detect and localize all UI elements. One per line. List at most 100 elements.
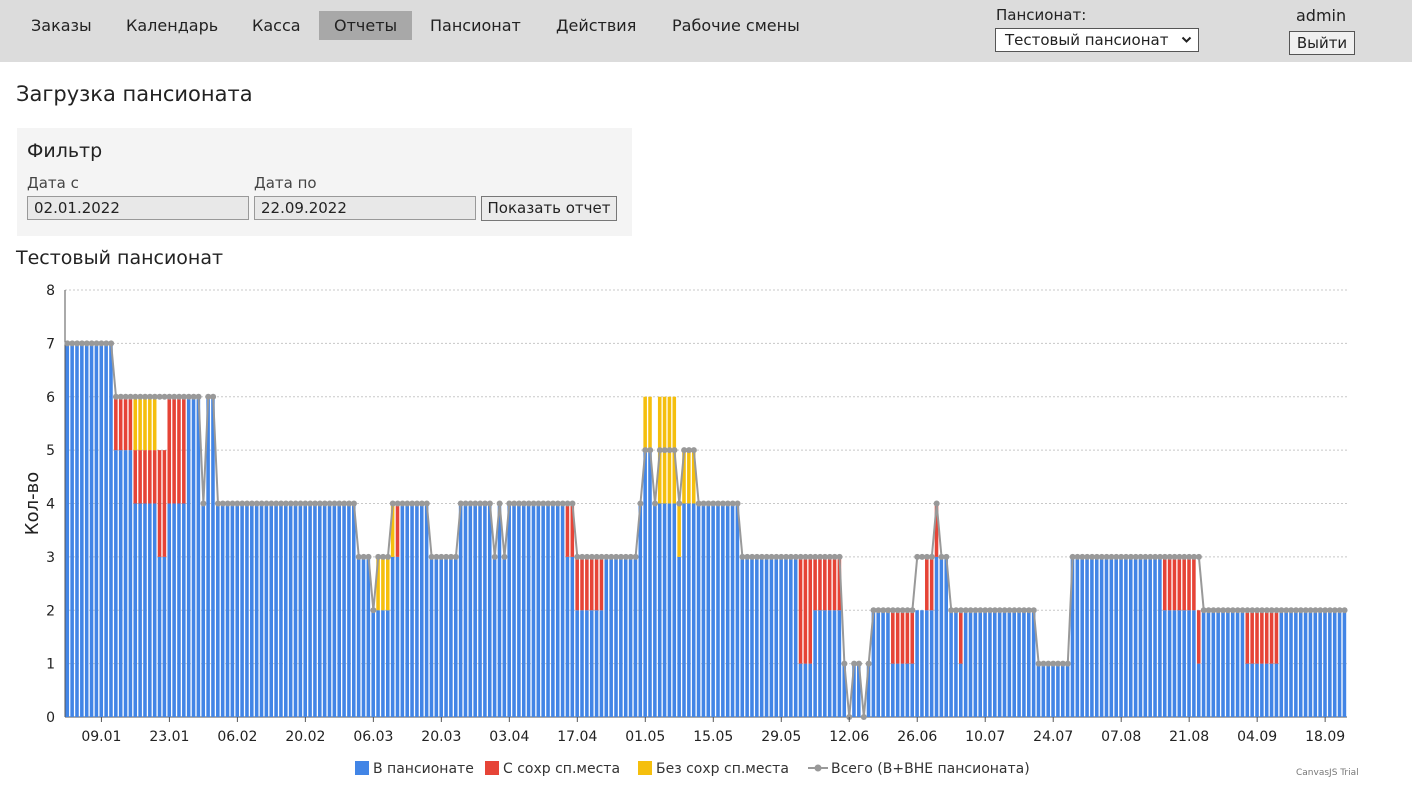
total-point xyxy=(860,714,867,720)
pension-select-label: Пансионат: xyxy=(996,6,1087,24)
total-point xyxy=(501,553,508,560)
bar-segment xyxy=(177,503,181,717)
y-tick-label: 6 xyxy=(46,390,55,406)
bar-segment xyxy=(1226,610,1230,717)
bar-segment xyxy=(633,556,638,717)
bar-segment xyxy=(381,610,385,717)
logout-button[interactable]: Выйти xyxy=(1289,31,1355,55)
bar-segment xyxy=(157,556,162,717)
bar-segment xyxy=(798,556,803,664)
bar-segment xyxy=(594,556,599,611)
bar-segment xyxy=(1080,556,1084,717)
bar-segment xyxy=(264,503,269,717)
bar-segment xyxy=(832,556,837,611)
bar-segment xyxy=(934,556,939,717)
bar-segment xyxy=(1114,556,1118,717)
total-point xyxy=(384,553,391,560)
nav-pension[interactable]: Пансионат xyxy=(415,11,536,40)
date-to-input[interactable]: 22.09.2022 xyxy=(254,196,476,220)
nav-orders[interactable]: Заказы xyxy=(16,11,107,40)
bar-segment xyxy=(1206,610,1211,717)
bar-segment xyxy=(827,610,832,717)
bar-segment xyxy=(483,503,487,717)
date-from-input[interactable]: 02.01.2022 xyxy=(27,196,249,220)
legend-item-kept[interactable]: С сохр сп.места xyxy=(485,760,620,778)
bar-segment xyxy=(157,450,162,557)
bar-segment xyxy=(201,503,206,717)
bar-segment xyxy=(1245,610,1250,664)
bar-segment xyxy=(1230,610,1235,717)
bar-segment xyxy=(740,556,745,717)
pension-select[interactable]: Тестовый пансионат xyxy=(995,28,1199,52)
total-point xyxy=(210,393,217,400)
bar-segment xyxy=(954,610,958,717)
bar-segment xyxy=(487,503,492,717)
bar-segment xyxy=(89,343,94,717)
nav-calendar[interactable]: Календарь xyxy=(111,11,233,40)
y-tick-label: 1 xyxy=(46,657,55,673)
bar-segment xyxy=(473,503,477,717)
bar-segment xyxy=(376,610,380,717)
nav-actions[interactable]: Действия xyxy=(541,11,651,40)
bar-segment xyxy=(905,610,910,664)
bar-segment xyxy=(1177,610,1182,717)
bar-segment xyxy=(837,610,842,717)
bar-segment xyxy=(1007,610,1012,717)
legend-item-notkept[interactable]: Без сохр сп.места xyxy=(638,760,789,778)
bar-segment xyxy=(114,450,118,717)
bar-segment xyxy=(1274,610,1279,664)
occupancy-chart: 0 1 2 3 4 5 6 7 8 Кол-во 09.01 23.01 06.02 20.02 06.03… xyxy=(22,283,1348,745)
bar-segment xyxy=(298,503,303,717)
nav-shifts[interactable]: Рабочие смены xyxy=(657,11,815,40)
bar-segment xyxy=(959,663,963,717)
legend-item-in[interactable]: В пансионате xyxy=(355,760,474,778)
bar-segment xyxy=(599,556,604,611)
total-point xyxy=(1030,607,1037,614)
bar-segment xyxy=(269,503,274,717)
bar-segment xyxy=(1177,556,1182,611)
nav-reports[interactable]: Отчеты xyxy=(319,11,413,40)
bar-segment xyxy=(497,503,502,717)
total-point xyxy=(943,553,950,560)
bar-segment xyxy=(570,556,575,717)
bar-segment xyxy=(915,610,919,717)
bar-segment xyxy=(507,503,511,717)
x-tick-label: 21.08 xyxy=(1169,729,1209,745)
legend-item-total[interactable]: Всего (В+ВНЕ пансионата) xyxy=(808,760,1030,778)
bar-segment xyxy=(279,503,283,717)
show-report-button[interactable]: Показать отчет xyxy=(481,196,617,221)
bar-segment xyxy=(211,396,215,717)
bar-segment xyxy=(1094,556,1099,717)
bar-segment xyxy=(419,503,424,717)
y-tick-label: 2 xyxy=(46,603,55,619)
bar-segment xyxy=(109,343,113,717)
bar-segment xyxy=(381,556,385,611)
nav-cash[interactable]: Касса xyxy=(237,11,316,40)
total-point xyxy=(195,393,202,400)
bar-segment xyxy=(643,396,647,451)
bar-segment xyxy=(342,503,346,717)
bar-segment xyxy=(832,610,837,717)
bar-segment xyxy=(332,503,337,717)
bar-segment xyxy=(123,396,128,451)
bar-segment xyxy=(1221,610,1225,717)
bar-segment xyxy=(75,343,79,717)
x-tick-label: 18.09 xyxy=(1305,729,1345,745)
x-tick-label: 03.04 xyxy=(489,729,529,745)
bar-segment xyxy=(1269,610,1274,664)
bar-segment xyxy=(429,556,434,717)
bar-segment xyxy=(434,556,439,717)
bar-segment xyxy=(939,556,944,717)
top-navigation-bar: Заказы Календарь Касса Отчеты Пансионат Дейст… xyxy=(0,0,1412,62)
bar-segment xyxy=(84,343,89,717)
bar-segment xyxy=(1318,610,1322,717)
bar-segment xyxy=(541,503,545,717)
x-tick-label: 12.06 xyxy=(829,729,869,745)
bar-segment xyxy=(687,503,691,717)
y-tick-label: 3 xyxy=(46,550,55,566)
bar-segment xyxy=(1269,663,1274,717)
bar-segment xyxy=(1260,663,1264,717)
bar-segment xyxy=(1046,663,1050,717)
total-line xyxy=(67,342,1345,718)
bar-segment xyxy=(959,610,963,664)
